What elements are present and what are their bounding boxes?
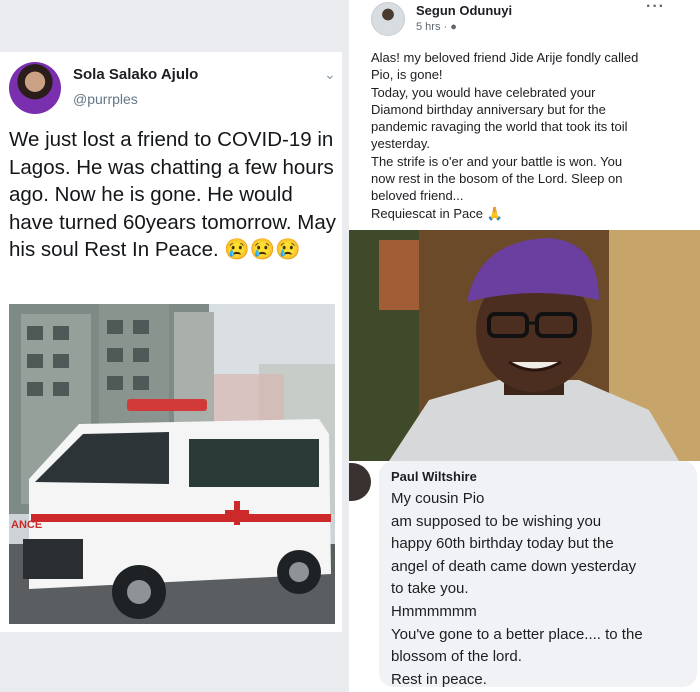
timestamp-text: 5 hrs · — [416, 21, 451, 33]
post-line: beloved friend... — [371, 188, 464, 204]
post-line: now rest in the bosom of the Lord. Sleep… — [371, 171, 623, 187]
comment-bubble: Paul Wiltshire My cousin Pio am supposed… — [379, 461, 697, 688]
post-line: Pio, is gone! — [371, 67, 443, 83]
comment-line: angel of death came down yesterday — [391, 557, 637, 575]
comment-line: happy 60th birthday today but the — [391, 535, 614, 553]
post-line: The strife is o'er and your battle is wo… — [371, 153, 623, 169]
comment-line: My cousin Pio — [391, 490, 485, 507]
comment-author-name[interactable]: Paul Wiltshire — [391, 469, 477, 484]
ambulance-photo[interactable]: ANCE — [9, 304, 335, 624]
post-line: Today, you would have celebrated your — [371, 84, 596, 100]
post-line: pandemic ravaging the world that took it… — [371, 119, 628, 135]
tweet-author-name[interactable]: Sola Salako Ajulo — [73, 66, 198, 83]
facebook-post: Segun Odunuyi 5 hrs · ● ··· Alas! my bel… — [349, 0, 700, 461]
facebook-comment: Paul Wiltshire My cousin Pio am supposed… — [349, 461, 700, 692]
chevron-down-icon[interactable]: ⌄ — [324, 66, 336, 83]
portrait-scene — [349, 230, 700, 461]
comment-text: My cousin Pio am supposed to be wishing … — [391, 488, 643, 691]
avatar[interactable] — [9, 62, 61, 114]
post-line: yesterday. — [371, 136, 431, 152]
avatar[interactable] — [349, 463, 371, 501]
post-text: Alas! my beloved friend Jide Arije fondl… — [371, 49, 696, 222]
tweet-card: Sola Salako Ajulo @purrples ⌄ We just lo… — [0, 52, 342, 632]
post-line: Diamond birthday anniversary but for the — [371, 101, 606, 117]
comment-line: am supposed to be wishing you — [391, 512, 602, 530]
comment-line: Rest in peace. — [391, 670, 487, 688]
post-timestamp[interactable]: 5 hrs · ● — [416, 21, 457, 33]
comment-line: Hmmmmmm — [391, 602, 477, 620]
ambulance-label: ANCE — [11, 519, 42, 531]
post-line: Alas! my beloved friend Jide Arije fondl… — [371, 50, 639, 65]
portrait-photo[interactable] — [349, 230, 700, 461]
tweet-text: We just lost a friend to COVID-19 in Lag… — [9, 128, 337, 261]
comment-line: You've gone to a better place.... to the — [391, 625, 643, 643]
more-options-icon[interactable]: ··· — [646, 0, 665, 16]
post-line: Requiescat in Pace 🙏 — [371, 205, 503, 221]
tweet-author-handle[interactable]: @purrples — [73, 91, 138, 107]
ambulance-scene: ANCE — [9, 304, 335, 624]
globe-icon: ● — [450, 21, 457, 33]
comment-line: to take you. — [391, 580, 469, 598]
post-author-name[interactable]: Segun Odunuyi — [416, 3, 512, 18]
avatar[interactable] — [371, 2, 405, 36]
comment-line: blossom of the lord. — [391, 648, 522, 666]
